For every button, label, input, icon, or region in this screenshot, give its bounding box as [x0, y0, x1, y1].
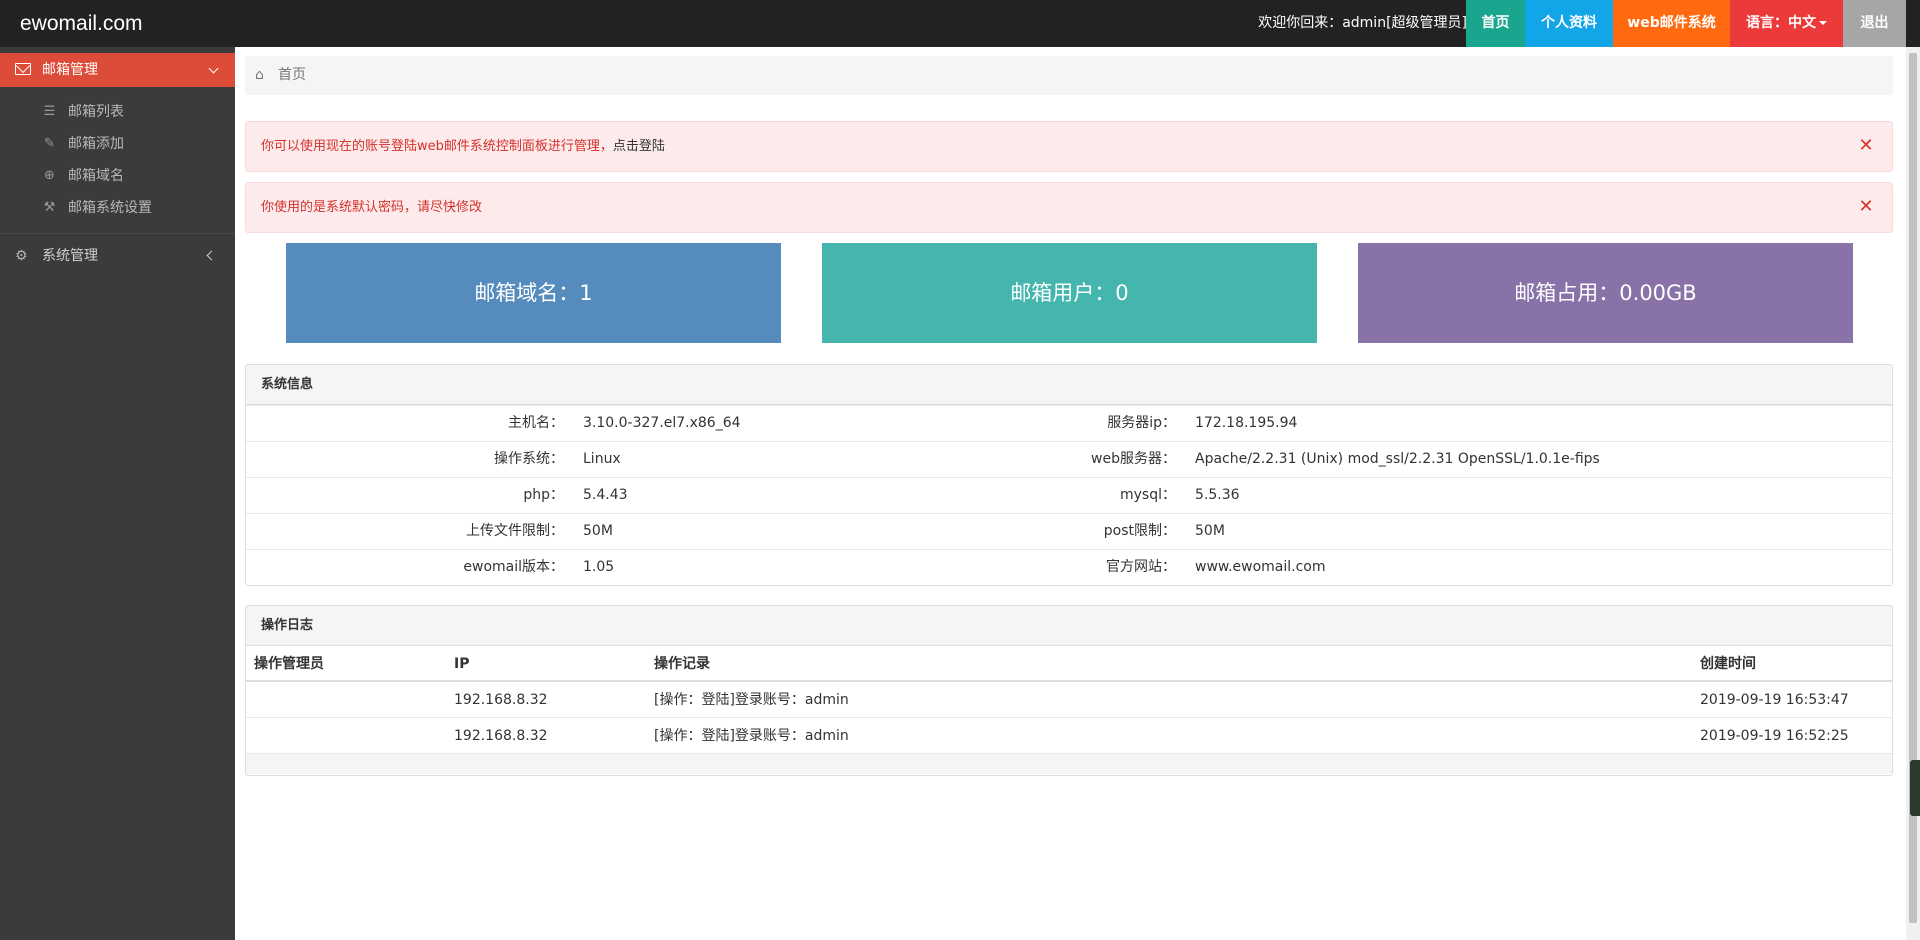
table-header: 操作管理员 IP 操作记录 创建时间 — [246, 646, 1892, 682]
operation-log-panel: 操作日志 操作管理员 IP 操作记录 创建时间 192.168.8.32 [操作… — [245, 605, 1893, 776]
info-value: 1.05 — [583, 559, 615, 575]
sidebar-group-label: 系统管理 — [42, 248, 98, 264]
breadcrumb-home[interactable]: 首页 — [278, 56, 306, 95]
panel-title: 操作日志 — [246, 606, 1892, 646]
official-website-link[interactable]: www.ewomail.com — [1195, 550, 1326, 585]
sidebar-item-label: 邮箱添加 — [68, 136, 124, 152]
info-row: ewomail版本： 1.05 官方网站： www.ewomail.com — [246, 549, 1892, 585]
info-key: 上传文件限制： — [466, 523, 564, 539]
pencil-icon: ✎ — [44, 136, 55, 151]
alert-message: 你使用的是系统默认密码，请尽快修改 — [261, 200, 483, 215]
info-key: ewomail版本： — [463, 559, 564, 575]
info-value: 3.10.0-327.el7.x86_64 — [583, 415, 741, 431]
sidebar-item-label: 邮箱系统设置 — [68, 200, 152, 216]
alert-text: 你可以使用现在的账号登陆web邮件系统控制面板进行管理， — [261, 139, 613, 154]
sidebar-item-mailbox-list[interactable]: ☰ 邮箱列表 — [0, 97, 235, 127]
info-value: 50M — [1195, 523, 1225, 539]
system-info-panel: 系统信息 主机名： 3.10.0-327.el7.x86_64 服务器ip： 1… — [245, 364, 1893, 586]
table-cell: [操作：登陆]登录账号：admin — [654, 692, 849, 708]
table-row: 192.168.8.32 [操作：登陆]登录账号：admin 2019-09-1… — [246, 718, 1892, 754]
info-row: 主机名： 3.10.0-327.el7.x86_64 服务器ip： 172.18… — [246, 405, 1892, 441]
home-icon: ⌂ — [255, 67, 264, 83]
info-row: php： 5.4.43 mysql： 5.5.36 — [246, 477, 1892, 513]
info-value: Linux — [583, 451, 621, 467]
login-link[interactable]: 点击登陆 — [613, 139, 665, 154]
nav-logout-button[interactable]: 退出 — [1843, 0, 1906, 47]
info-key: mysql： — [1120, 487, 1176, 503]
stat-mail-usage: 邮箱占用：0.00GB — [1358, 243, 1853, 343]
alert-message: 你可以使用现在的账号登陆web邮件系统控制面板进行管理，点击登陆 — [261, 122, 665, 171]
sidebar-group-label: 邮箱管理 — [42, 62, 98, 78]
globe-icon: ⊕ — [44, 168, 55, 183]
info-value: 172.18.195.94 — [1195, 415, 1298, 431]
info-value: 5.4.43 — [583, 487, 628, 503]
table-cell: 192.168.8.32 — [454, 692, 548, 708]
info-key: post限制： — [1103, 523, 1176, 539]
info-row: 操作系统： Linux web服务器： Apache/2.2.31 (Unix)… — [246, 441, 1892, 477]
language-label: 语言：中文 — [1746, 15, 1816, 31]
stat-mail-domains: 邮箱域名：1 — [286, 243, 781, 343]
envelope-icon — [15, 63, 31, 75]
wrench-icon: ⚒ — [43, 200, 56, 215]
nav-home-button[interactable]: 首页 — [1466, 0, 1525, 47]
info-key: 服务器ip： — [1107, 415, 1176, 431]
info-key: php： — [523, 487, 564, 503]
info-value: 5.5.36 — [1195, 487, 1240, 503]
panel-footer — [246, 754, 1892, 774]
alert-default-password: 你使用的是系统默认密码，请尽快修改 ✕ — [245, 182, 1893, 233]
sidebar: 邮箱管理 ☰ 邮箱列表 ✎ 邮箱添加 ⊕ 邮箱域名 ⚒ 邮箱系统设置 ⚙ 系统管… — [0, 47, 235, 940]
table-cell: 192.168.8.32 — [454, 728, 548, 744]
info-key: 官方网站： — [1106, 559, 1176, 575]
nav-webmail-button[interactable]: web邮件系统 — [1613, 0, 1730, 47]
info-value: 50M — [583, 523, 613, 539]
panel-title: 系统信息 — [246, 365, 1892, 405]
sidebar-item-mail-settings[interactable]: ⚒ 邮箱系统设置 — [0, 193, 235, 223]
column-header: 操作管理员 — [254, 656, 324, 672]
info-key: 主机名： — [508, 415, 564, 431]
sidebar-item-mailbox-add[interactable]: ✎ 邮箱添加 — [0, 129, 235, 159]
sidebar-item-mailbox-domain[interactable]: ⊕ 邮箱域名 — [0, 161, 235, 191]
column-header: 操作记录 — [654, 656, 710, 672]
info-key: web服务器： — [1091, 451, 1176, 467]
welcome-text: 欢迎你回来：admin[超级管理员] — [1258, 15, 1467, 31]
nav-language-dropdown[interactable]: 语言：中文 — [1730, 0, 1843, 47]
stat-mail-users: 邮箱用户：0 — [822, 243, 1317, 343]
breadcrumb: ⌂ 首页 — [245, 56, 1893, 95]
gear-icon: ⚙ — [15, 248, 28, 264]
sidebar-group-system[interactable]: ⚙ 系统管理 — [0, 239, 235, 273]
table-cell: 2019-09-19 16:52:25 — [1700, 728, 1849, 744]
alert-login-webmail: 你可以使用现在的账号登陆web邮件系统控制面板进行管理，点击登陆 ✕ — [245, 121, 1893, 172]
sidebar-item-label: 邮箱列表 — [68, 104, 124, 120]
column-header: IP — [454, 656, 470, 672]
table-cell: [操作：登陆]登录账号：admin — [654, 728, 849, 744]
top-navbar: ewomail.com 欢迎你回来：admin[超级管理员] 首页 个人资料 w… — [0, 0, 1920, 47]
caret-down-icon — [1819, 21, 1827, 25]
list-icon: ☰ — [43, 104, 56, 119]
table-cell: 2019-09-19 16:53:47 — [1700, 692, 1849, 708]
info-value: Apache/2.2.31 (Unix) mod_ssl/2.2.31 Open… — [1195, 451, 1600, 467]
nav-profile-button[interactable]: 个人资料 — [1525, 0, 1613, 47]
column-header: 创建时间 — [1700, 656, 1756, 672]
close-icon[interactable]: ✕ — [1857, 198, 1875, 216]
sidebar-divider — [0, 233, 235, 234]
info-row: 上传文件限制： 50M post限制： 50M — [246, 513, 1892, 549]
close-icon[interactable]: ✕ — [1857, 137, 1875, 155]
brand-logo[interactable]: ewomail.com — [20, 0, 143, 47]
sidebar-group-mail[interactable]: 邮箱管理 — [0, 53, 235, 87]
chevron-left-icon — [206, 250, 217, 261]
sidebar-item-label: 邮箱域名 — [68, 168, 124, 184]
info-key: 操作系统： — [494, 451, 564, 467]
table-row: 192.168.8.32 [操作：登陆]登录账号：admin 2019-09-1… — [246, 682, 1892, 718]
chevron-down-icon — [208, 63, 219, 74]
side-widget-tab[interactable] — [1910, 760, 1920, 816]
